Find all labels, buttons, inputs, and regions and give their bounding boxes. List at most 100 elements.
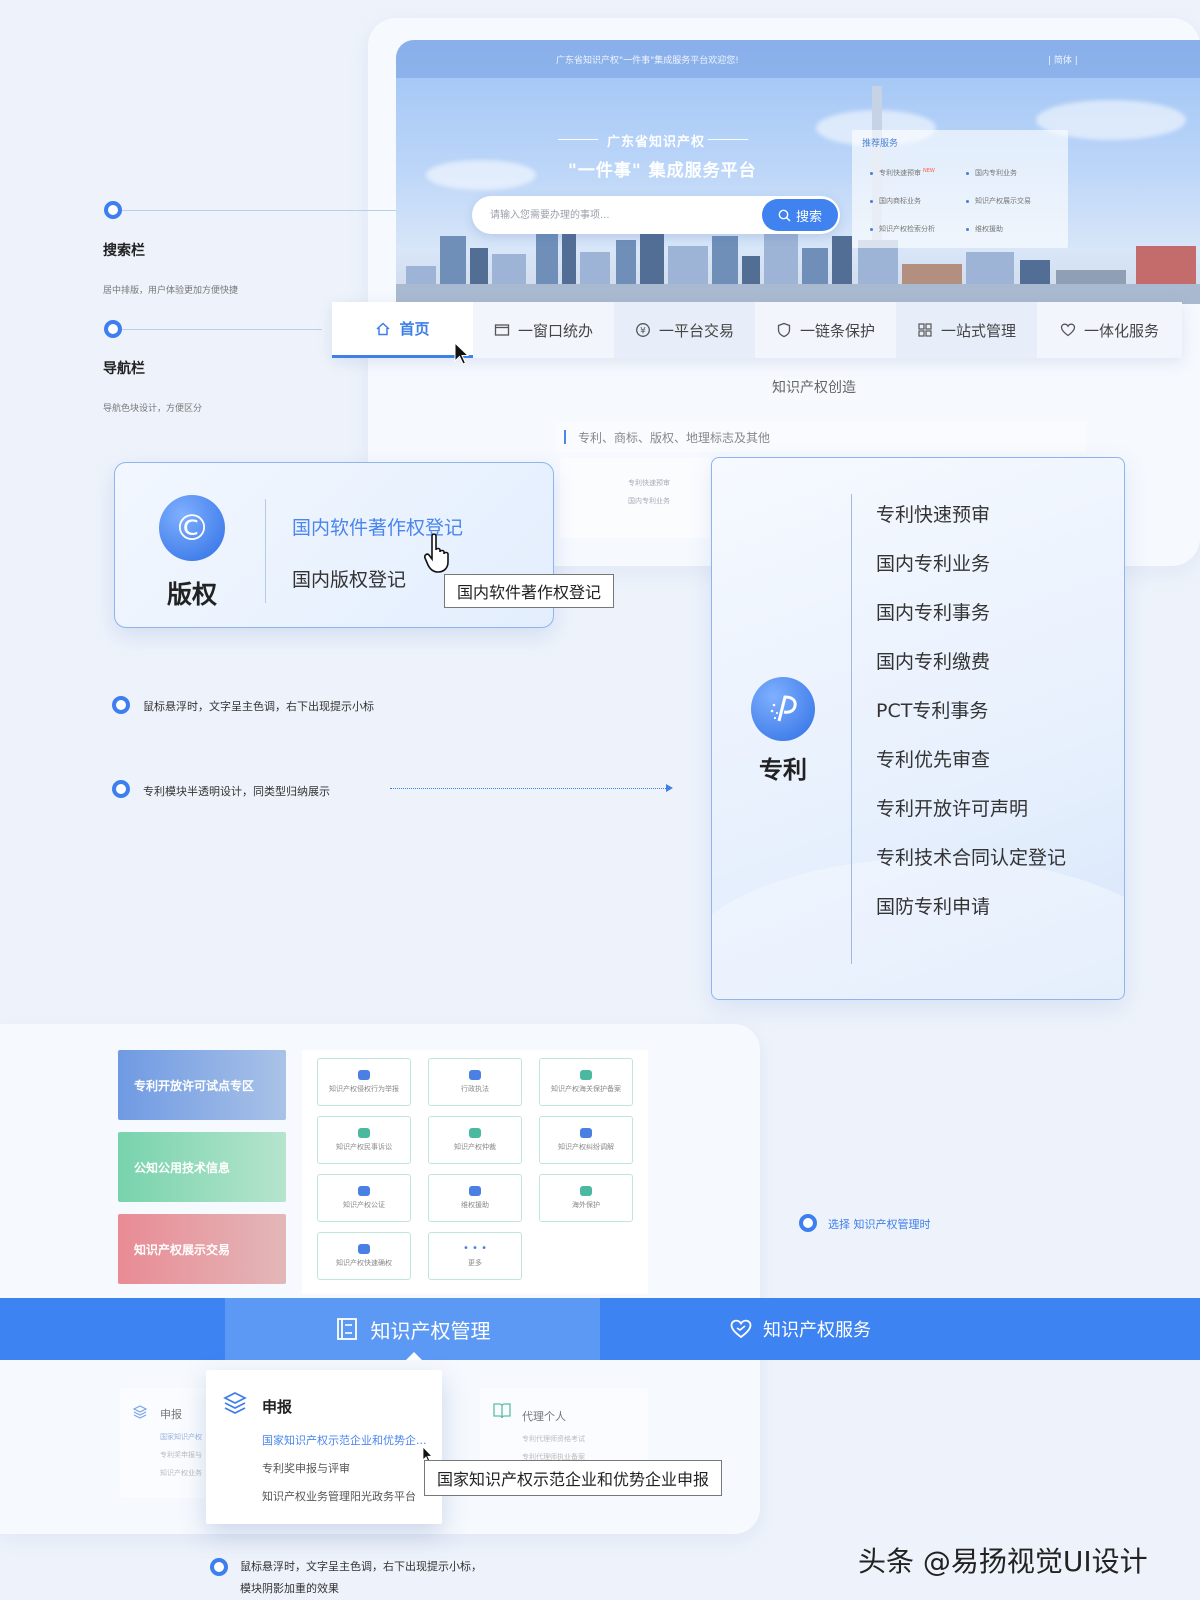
search-icon (778, 209, 791, 221)
watermark: 头条 @易扬视觉UI设计 (858, 1545, 1148, 1578)
heart-hand-icon (1060, 323, 1076, 337)
nav-item-manage[interactable]: 一站式管理 (896, 302, 1037, 358)
tile-customs-protection[interactable]: 知识产权海关保护备案 (539, 1058, 633, 1106)
annotation-select-note: 选择 知识产权管理时 (828, 1218, 931, 1231)
category-filter: 专利、商标、版权、地理标志及其他 (556, 422, 1086, 452)
tile-law-enforcement[interactable]: 行政执法 (428, 1058, 522, 1106)
chat-icon (580, 1128, 592, 1138)
nav-item-service[interactable]: 一体化服务 (1037, 302, 1182, 358)
yuan-icon: ¥ (636, 323, 650, 337)
ghost-title: 代理个人 (522, 1410, 566, 1423)
hero-title: "一件事" 集成服务平台 (568, 161, 757, 181)
tab-label: 知识产权管理 (370, 1318, 491, 1343)
recommend-panel: 推荐服务 专利快速预审 NEW 国内专利业务 国内商标业务 知识产权展示交易 知识… (852, 130, 1068, 248)
popup-title: 申报 (262, 1398, 293, 1416)
ghost-title: 申报 (160, 1408, 182, 1421)
search-input[interactable] (490, 206, 750, 224)
skyline-base (396, 284, 1200, 304)
ghost-line: 国内专利业务 (628, 497, 670, 505)
patent-item[interactable]: 国内专利缴费 (876, 647, 1066, 696)
hero-banner: 广东省知识产权"一件事"集成服务平台欢迎您! | 简体 | 广东省知识产权 "一… (396, 40, 1200, 304)
annotation-line (122, 210, 396, 211)
link-ip-business-platform[interactable]: 知识产权业务管理阳光政务平台 (262, 1488, 416, 1504)
annotation-hover-note: 鼠标悬浮时，文字呈主色调，右下出现提示小标 (143, 700, 374, 713)
annotation-marker (104, 320, 122, 338)
tile-more[interactable]: • • • 更多 (428, 1232, 522, 1280)
annotation-search-title: 搜索栏 (103, 243, 145, 259)
book-icon (493, 1403, 511, 1419)
recommend-item[interactable]: 国内商标业务 (870, 196, 921, 206)
divider (265, 499, 266, 603)
patent-item[interactable]: PCT专利事务 (876, 696, 1066, 745)
title-line-right (708, 139, 748, 140)
recommend-item[interactable]: 国内专利业务 (966, 168, 1017, 178)
nav-item-protect[interactable]: 一链条保护 (755, 302, 896, 358)
patent-item[interactable]: 国防专利申请 (876, 892, 1066, 941)
tile-infringement-report[interactable]: 知识产权侵权行为举报 (317, 1058, 411, 1106)
promo-ip-exhibition[interactable]: 知识产权展示交易 (118, 1214, 286, 1284)
link-domestic-copyright[interactable]: 国内版权登记 (292, 565, 406, 592)
promo-public-tech[interactable]: 公知公用技术信息 (118, 1132, 286, 1202)
promo-open-license[interactable]: 专利开放许可试点专区 (118, 1050, 286, 1120)
document-icon (336, 1318, 357, 1340)
tile-overseas-protection[interactable]: 海外保护 (539, 1174, 633, 1222)
hover-tooltip: 国家知识产权示范企业和优势企业申报 (424, 1460, 723, 1496)
patent-card: 专利 专利快速预审 国内专利业务 国内专利事务 国内专利缴费 PCT专利事务 专… (711, 457, 1125, 1000)
more-dots-icon: • • • (462, 1243, 488, 1254)
recommend-item[interactable]: 知识产权检索分析 (870, 224, 935, 234)
annotation-patent-note: 专利模块半透明设计，同类型归纳展示 (143, 785, 330, 798)
annotation-arrow-line (390, 788, 670, 789)
annotation-bottom-note: 鼠标悬浮时，文字呈主色调，右下出现提示小标， (240, 1560, 482, 1573)
tab-label: 知识产权服务 (763, 1320, 871, 1341)
tab-ip-service[interactable]: 知识产权服务 (600, 1298, 1000, 1360)
search-button[interactable]: 搜索 (762, 199, 838, 231)
tile-notarization[interactable]: 知识产权公证 (317, 1174, 411, 1222)
umbrella-icon (580, 1186, 592, 1196)
scales-icon (358, 1186, 370, 1196)
annotation-marker (112, 780, 130, 798)
patent-item[interactable]: 专利优先审查 (876, 745, 1066, 794)
filter-text[interactable]: 专利、商标、版权、地理标志及其他 (578, 429, 770, 446)
annotation-marker (799, 1214, 817, 1232)
nav-item-window[interactable]: 一窗口统办 (473, 302, 614, 358)
tile-fast-confirm[interactable]: 知识产权快速确权 (317, 1232, 411, 1280)
section-title: 知识产权创造 (772, 380, 856, 396)
nav-item-label: 一平台交易 (658, 321, 734, 340)
tile-rights-aid[interactable]: 维权援助 (428, 1174, 522, 1222)
ghost-submenu-card: 代理个人 专利代理师资格考试 专利代理师执业备案 (480, 1388, 648, 1466)
declare-submenu-popup: 申报 国家知识产权示范企业和优势企... 专利奖申报与评审 知识产权业务管理阳光… (206, 1370, 442, 1524)
title-line-left (558, 139, 598, 140)
tile-arbitration[interactable]: 知识产权仲裁 (428, 1116, 522, 1164)
tile-civil-litigation[interactable]: 知识产权民事诉讼 (317, 1116, 411, 1164)
nav-item-label: 首页 (399, 320, 430, 338)
home-icon (376, 321, 390, 335)
handshake-icon (469, 1186, 481, 1196)
recommend-title: 推荐服务 (862, 139, 899, 149)
globe-icon (580, 1070, 592, 1080)
tab-ip-management[interactable]: 知识产权管理 (225, 1298, 600, 1360)
alarm-icon (358, 1070, 370, 1080)
grid-icon (918, 323, 932, 337)
ghost-submenu-card: 申报 国家知识产权 专利奖申报与 知识产权业务 (120, 1388, 214, 1498)
tab-caret (406, 1352, 422, 1360)
recommend-item[interactable]: 知识产权展示交易 (966, 196, 1031, 206)
nav-item-trade[interactable]: ¥ 一平台交易 (614, 302, 755, 358)
user-icon (358, 1128, 370, 1138)
filter-marker (564, 430, 566, 444)
user-icon (469, 1128, 481, 1138)
hand-cursor-icon (424, 533, 449, 573)
tile-mediation[interactable]: 知识产权纠纷调解 (539, 1116, 633, 1164)
patent-title: 专利 (759, 756, 807, 784)
nav-item-home[interactable]: 首页 (332, 302, 473, 358)
link-patent-award[interactable]: 专利奖申报与评审 (262, 1460, 350, 1476)
patent-item[interactable]: 国内专利事务 (876, 598, 1066, 647)
patent-item[interactable]: 国内专利业务 (876, 549, 1066, 598)
recommend-item[interactable]: 专利快速预审 NEW (870, 168, 935, 178)
annotation-bottom-note: 模块阴影加重的效果 (240, 1582, 339, 1595)
patent-item[interactable]: 专利快速预审 (876, 500, 1066, 549)
link-demo-enterprise[interactable]: 国家知识产权示范企业和优势企... (262, 1432, 427, 1448)
ghost-line: 国家知识产权 (160, 1433, 202, 1441)
patent-item[interactable]: 专利技术合同认定登记 (876, 843, 1066, 892)
recommend-item[interactable]: 维权援助 (966, 224, 1003, 234)
patent-item[interactable]: 专利开放许可声明 (876, 794, 1066, 843)
